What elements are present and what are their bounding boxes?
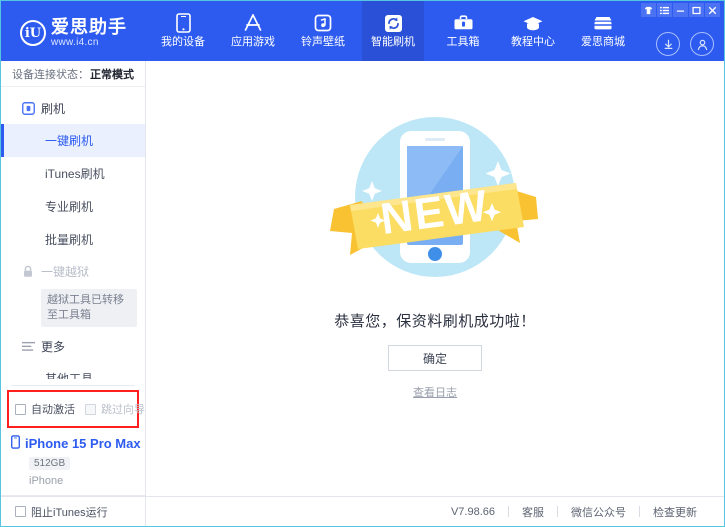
auto-activate-checkbox[interactable]: 自动激活 xyxy=(15,401,75,417)
logo-mark-icon: iU xyxy=(20,20,46,46)
skip-wizard-checkbox[interactable]: 跳过向导 xyxy=(85,401,145,417)
sidebar-group-label: 刷机 xyxy=(41,102,66,116)
sidebar-item-itunes-flash[interactable]: iTunes刷机 xyxy=(1,157,145,190)
nav-item-ringtones-wallpaper[interactable]: 铃声壁纸 xyxy=(292,1,354,61)
checkbox-box xyxy=(15,403,26,415)
success-message: 恭喜您，保资料刷机成功啦！ xyxy=(334,313,536,330)
view-log-link[interactable]: 查看日志 xyxy=(413,384,457,400)
status-bar-right: V7.98.66 客服 微信公众号 检查更新 xyxy=(146,504,724,520)
nav-label: 我的设备 xyxy=(161,36,205,48)
menu-icon[interactable] xyxy=(657,3,672,17)
sidebar-item-pro-flash[interactable]: 专业刷机 xyxy=(1,190,145,223)
refresh-icon xyxy=(384,13,403,33)
music-icon xyxy=(314,13,332,33)
sidebar-item-label: 其他工具 xyxy=(45,372,94,379)
device-title: iPhone 15 Pro Max xyxy=(11,435,145,452)
device-card[interactable]: iPhone 15 Pro Max 512GB iPhone xyxy=(1,428,145,496)
graduation-icon xyxy=(522,13,544,33)
confirm-button[interactable]: 确定 xyxy=(388,345,482,371)
checkbox-box xyxy=(85,403,96,415)
maximize-icon[interactable] xyxy=(689,3,704,17)
checkbox-label: 自动激活 xyxy=(31,404,75,416)
device-type: iPhone xyxy=(29,475,64,487)
connection-status-label: 设备连接状态： xyxy=(12,68,89,81)
connection-status-value: 正常模式 xyxy=(90,68,134,81)
success-illustration: NEW xyxy=(320,109,550,294)
jailbreak-moved-tip: 越狱工具已转移至工具箱 xyxy=(41,289,137,327)
sidebar-nav: 刷机 一键刷机 iTunes刷机 专业刷机 批量刷机 一键越狱 越狱工具已转移至… xyxy=(1,87,145,379)
sidebar-group-more[interactable]: 更多 xyxy=(1,331,145,362)
minimize-icon[interactable] xyxy=(673,3,688,17)
sidebar-group-flash[interactable]: 刷机 xyxy=(1,93,145,124)
device-name: iPhone 15 Pro Max xyxy=(25,436,141,451)
nav-label: 教程中心 xyxy=(511,36,555,48)
check-update-link[interactable]: 检查更新 xyxy=(640,504,710,520)
sidebar-item-label: 批量刷机 xyxy=(45,233,94,247)
skin-icon[interactable] xyxy=(641,3,656,17)
flash-icon xyxy=(21,102,35,116)
sidebar-item-one-key-flash[interactable]: 一键刷机 xyxy=(1,124,145,157)
nav-label: 工具箱 xyxy=(446,36,480,48)
checkbox-label: 阻止iTunes运行 xyxy=(31,506,108,519)
nav-item-smart-flash[interactable]: 智能刷机 xyxy=(362,1,424,61)
nav-item-my-device[interactable]: 我的设备 xyxy=(152,1,214,61)
nav-item-toolbox[interactable]: 工具箱 xyxy=(432,1,494,61)
status-bar-left: 阻止iTunes运行 xyxy=(1,497,146,526)
toolbox-icon xyxy=(453,13,474,33)
app-header: iU 爱思助手 www.i4.cn 我的设备 应用游戏 铃声壁纸 智能刷机 工具… xyxy=(1,1,724,61)
user-icon[interactable] xyxy=(690,32,714,56)
support-link[interactable]: 客服 xyxy=(509,504,557,520)
list-icon xyxy=(21,340,35,354)
checkbox-label: 跳过向导 xyxy=(101,404,145,416)
appstore-icon xyxy=(242,13,264,33)
sidebar: 设备连接状态： 正常模式 刷机 一键刷机 iTunes刷机 专业刷机 批量刷机 … xyxy=(1,61,146,496)
close-icon[interactable] xyxy=(705,3,720,17)
status-bar: 阻止iTunes运行 V7.98.66 客服 微信公众号 检查更新 xyxy=(1,496,724,526)
brand-name: 爱思助手 xyxy=(51,16,127,37)
app-window: iU 爱思助手 www.i4.cn 我的设备 应用游戏 铃声壁纸 智能刷机 工具… xyxy=(0,0,725,527)
sidebar-group-label: 更多 xyxy=(41,340,66,354)
lock-icon xyxy=(21,265,35,279)
device-capacity: 512GB xyxy=(29,457,71,470)
sidebar-divider xyxy=(11,385,135,386)
main-navigation: 我的设备 应用游戏 铃声壁纸 智能刷机 工具箱 教程中心 爱思商城 xyxy=(146,1,724,61)
shop-icon xyxy=(592,13,614,33)
phone-icon xyxy=(11,435,20,452)
nav-label: 智能刷机 xyxy=(371,36,415,48)
flash-options-highlight: 自动激活 跳过向导 xyxy=(7,390,145,428)
brand-url: www.i4.cn xyxy=(51,36,99,48)
nav-label: 铃声壁纸 xyxy=(301,36,345,48)
nav-label: 应用游戏 xyxy=(231,36,275,48)
sidebar-item-batch-flash[interactable]: 批量刷机 xyxy=(1,223,145,256)
nav-label: 爱思商城 xyxy=(581,36,625,48)
phone-icon xyxy=(175,13,191,33)
block-itunes-checkbox[interactable]: 阻止iTunes运行 xyxy=(15,504,108,520)
sidebar-item-other-tools[interactable]: 其他工具 xyxy=(1,362,145,379)
version-label: V7.98.66 xyxy=(450,505,495,518)
window-controls xyxy=(641,3,720,17)
main-content: NEW 恭喜您，保资料刷机成功啦！ 确定 查看日志 xyxy=(146,61,724,496)
wechat-link[interactable]: 微信公众号 xyxy=(558,504,639,520)
sidebar-item-label: iTunes刷机 xyxy=(45,167,105,181)
checkbox-box xyxy=(15,506,26,517)
download-icon[interactable] xyxy=(656,32,680,56)
nav-item-store[interactable]: 爱思商城 xyxy=(572,1,634,61)
nav-item-tutorials[interactable]: 教程中心 xyxy=(502,1,564,61)
sidebar-item-label: 专业刷机 xyxy=(45,200,94,214)
brand-logo: iU 爱思助手 www.i4.cn xyxy=(1,1,146,61)
nav-item-apps-games[interactable]: 应用游戏 xyxy=(222,1,284,61)
sidebar-group-label: 一键越狱 xyxy=(41,265,90,279)
sidebar-item-label: 一键刷机 xyxy=(45,134,94,148)
connection-status: 设备连接状态： 正常模式 xyxy=(1,61,145,87)
sidebar-group-jailbreak: 一键越狱 xyxy=(1,256,145,287)
app-body: 设备连接状态： 正常模式 刷机 一键刷机 iTunes刷机 专业刷机 批量刷机 … xyxy=(1,61,724,496)
header-actions xyxy=(656,32,714,56)
